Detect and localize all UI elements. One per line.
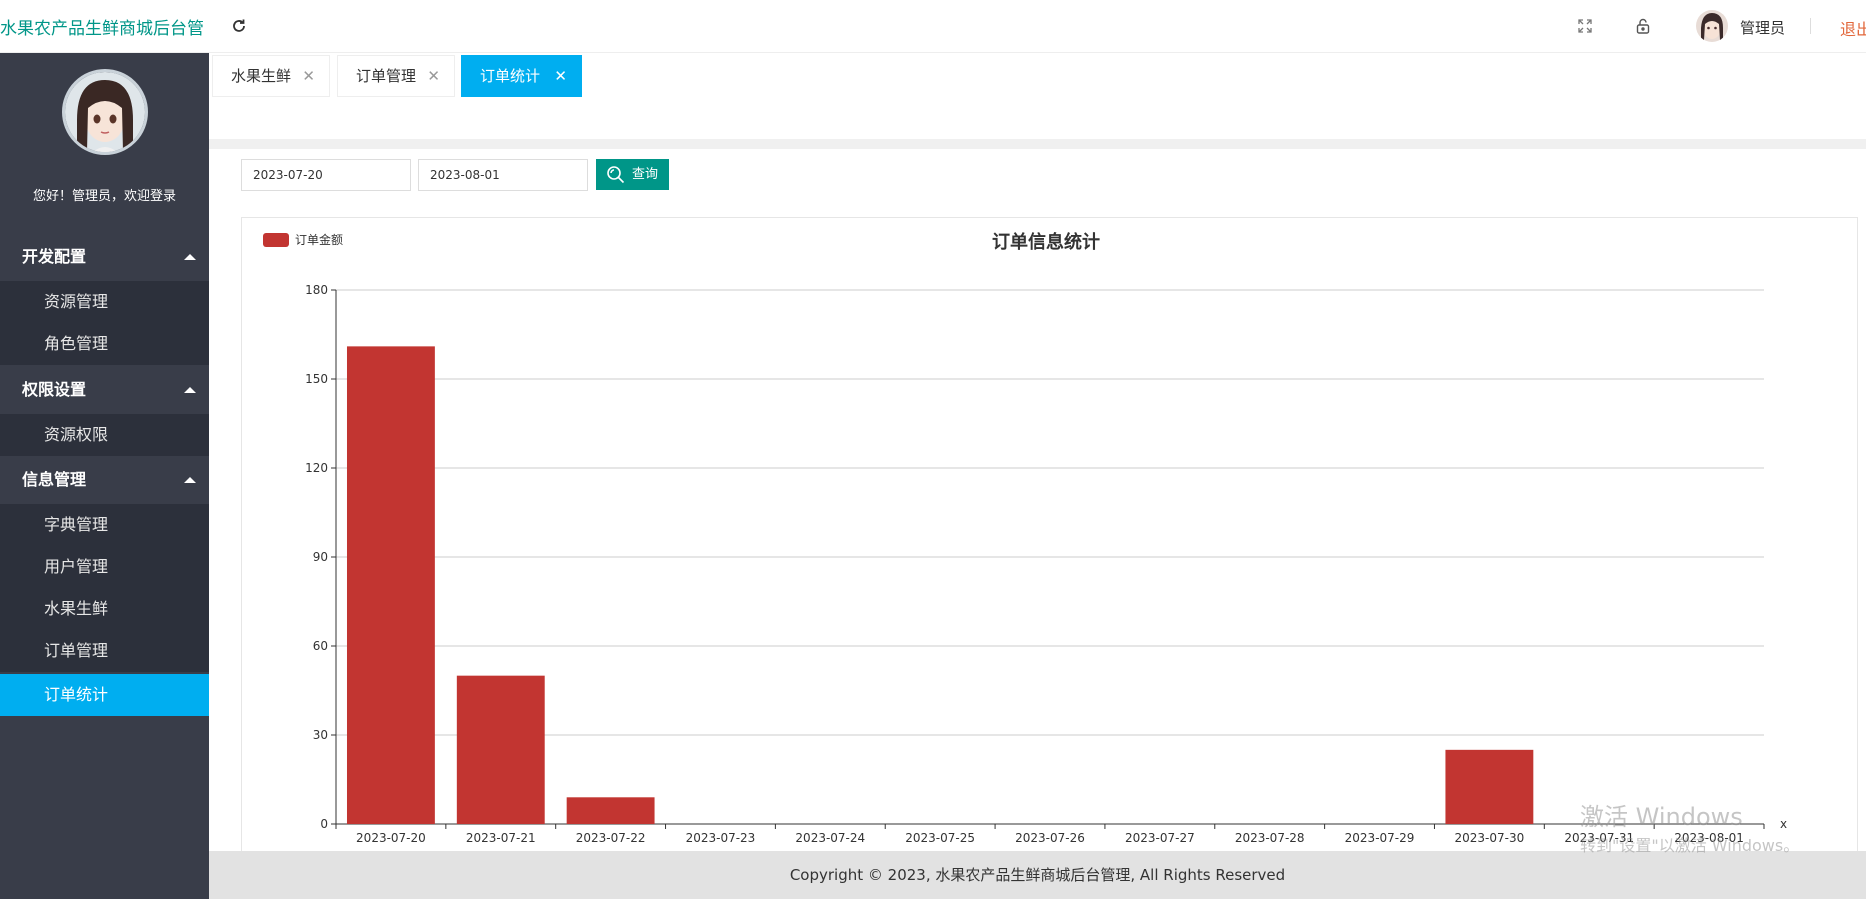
close-icon[interactable]: ✕ — [302, 56, 315, 96]
divider — [1810, 18, 1811, 34]
x-tick-label: 2023-07-29 — [1345, 831, 1415, 845]
menu-group-label: 开发配置 — [22, 247, 87, 266]
x-tick-label: 2023-08-01 — [1674, 831, 1744, 845]
sidebar-item-user-manage[interactable]: 用户管理 — [0, 546, 209, 588]
tab-order-stats[interactable]: 订单统计 ✕ — [461, 55, 582, 97]
menu-group-info-manage[interactable]: 信息管理 — [0, 456, 209, 504]
menu-group-label: 权限设置 — [22, 380, 87, 399]
welcome-text: 您好！管理员，欢迎登录 — [32, 189, 176, 204]
y-tick-label: 60 — [313, 639, 328, 653]
user-avatar — [62, 69, 148, 155]
sidebar-item-resource-permission[interactable]: 资源权限 — [0, 414, 209, 456]
x-tick-label: 2023-07-23 — [686, 831, 756, 845]
caret-up-icon — [184, 387, 196, 393]
sidebar: 您好！管理员，欢迎登录 开发配置 资源管理 角色管理 权限设置 资源权限 信息管… — [0, 53, 209, 899]
chart-title: 订单信息统计 — [992, 231, 1100, 253]
sidebar-item-fresh-fruit[interactable]: 水果生鲜 — [0, 588, 209, 630]
legend-label: 订单金额 — [295, 232, 343, 247]
x-tick-label: 2023-07-27 — [1125, 831, 1195, 845]
caret-up-icon — [184, 254, 196, 260]
start-date-input[interactable]: 2023-07-20 — [241, 159, 411, 191]
y-tick-label: 150 — [305, 372, 328, 386]
sidebar-item-dict-manage[interactable]: 字典管理 — [0, 504, 209, 546]
lock-icon[interactable] — [1630, 13, 1656, 39]
x-tick-label: 2023-07-28 — [1235, 831, 1305, 845]
sidebar-item-order-manage[interactable]: 订单管理 — [0, 630, 209, 672]
avatar[interactable] — [1696, 10, 1728, 42]
y-tick-label: 0 — [320, 817, 328, 831]
x-tick-label: 2023-07-25 — [905, 831, 975, 845]
main-content: 2023-07-20 2023-08-01 查询 订单信息统计 订单金额 0 30 60… — [209, 149, 1866, 857]
search-icon — [606, 165, 625, 196]
x-tick-label: 2023-07-22 — [576, 831, 646, 845]
x-tick-label: 2023-07-20 — [356, 831, 426, 845]
tab-label: 订单统计 — [480, 67, 541, 85]
query-button[interactable]: 查询 — [596, 159, 669, 190]
bar — [456, 675, 545, 824]
legend-swatch — [263, 233, 289, 247]
x-tick-label: 2023-07-31 — [1564, 831, 1634, 845]
x-tick-label: 2023-07-24 — [795, 831, 865, 845]
menu-group-permission[interactable]: 权限设置 — [0, 366, 209, 414]
bar — [566, 797, 655, 824]
y-tick-label: 120 — [305, 461, 328, 475]
x-tick-label: 2023-07-26 — [1015, 831, 1085, 845]
y-tick-label: 90 — [313, 550, 328, 564]
x-tick-label: 2023-07-21 — [466, 831, 536, 845]
sidebar-item-resource-manage[interactable]: 资源管理 — [0, 281, 209, 323]
bar — [346, 346, 435, 824]
logout-link[interactable]: 退出 — [1840, 16, 1866, 40]
close-icon[interactable]: ✕ — [554, 56, 567, 96]
admin-name[interactable]: 管理员 — [1740, 17, 1785, 38]
x-tick-label: 2023-07-30 — [1455, 831, 1525, 845]
y-tick-label: 30 — [313, 728, 328, 742]
order-chart: 订单信息统计 订单金额 0 30 60 90 120 150 180 2023-07-20 2023… — [241, 217, 1858, 857]
refresh-icon[interactable] — [226, 13, 252, 39]
tab-label: 水果生鲜 — [231, 67, 292, 85]
top-header: 水果农产品生鲜商城后台管 管理员 退出 — [0, 0, 1866, 53]
tab-label: 订单管理 — [356, 67, 417, 85]
app-title: 水果农产品生鲜商城后台管 — [0, 19, 204, 39]
query-button-label: 查询 — [632, 167, 659, 182]
fullscreen-icon[interactable] — [1572, 13, 1598, 39]
divider — [209, 139, 1866, 149]
menu-group-label: 信息管理 — [22, 470, 87, 489]
sidebar-item-order-stats[interactable]: 订单统计 — [0, 674, 209, 716]
tab-order-manage[interactable]: 订单管理 ✕ — [337, 55, 455, 97]
x-axis-label: x — [1780, 817, 1787, 831]
menu-group-dev-config[interactable]: 开发配置 — [0, 233, 209, 281]
chart-canvas: 订单信息统计 订单金额 0 30 60 90 120 150 180 2023-07-20 2023… — [263, 231, 1787, 845]
end-date-input[interactable]: 2023-08-01 — [418, 159, 588, 191]
bar — [1445, 749, 1534, 824]
tab-fresh-fruit[interactable]: 水果生鲜 ✕ — [212, 55, 330, 97]
sidebar-item-role-manage[interactable]: 角色管理 — [0, 323, 209, 365]
caret-up-icon — [184, 477, 196, 483]
close-icon[interactable]: ✕ — [427, 56, 440, 96]
footer: Copyright © 2023, 水果农产品生鲜商城后台管理, All Rig… — [209, 851, 1866, 899]
y-tick-label: 180 — [305, 283, 328, 297]
tab-bar: 水果生鲜 ✕ 订单管理 ✕ 订单统计 ✕ — [209, 53, 1866, 139]
